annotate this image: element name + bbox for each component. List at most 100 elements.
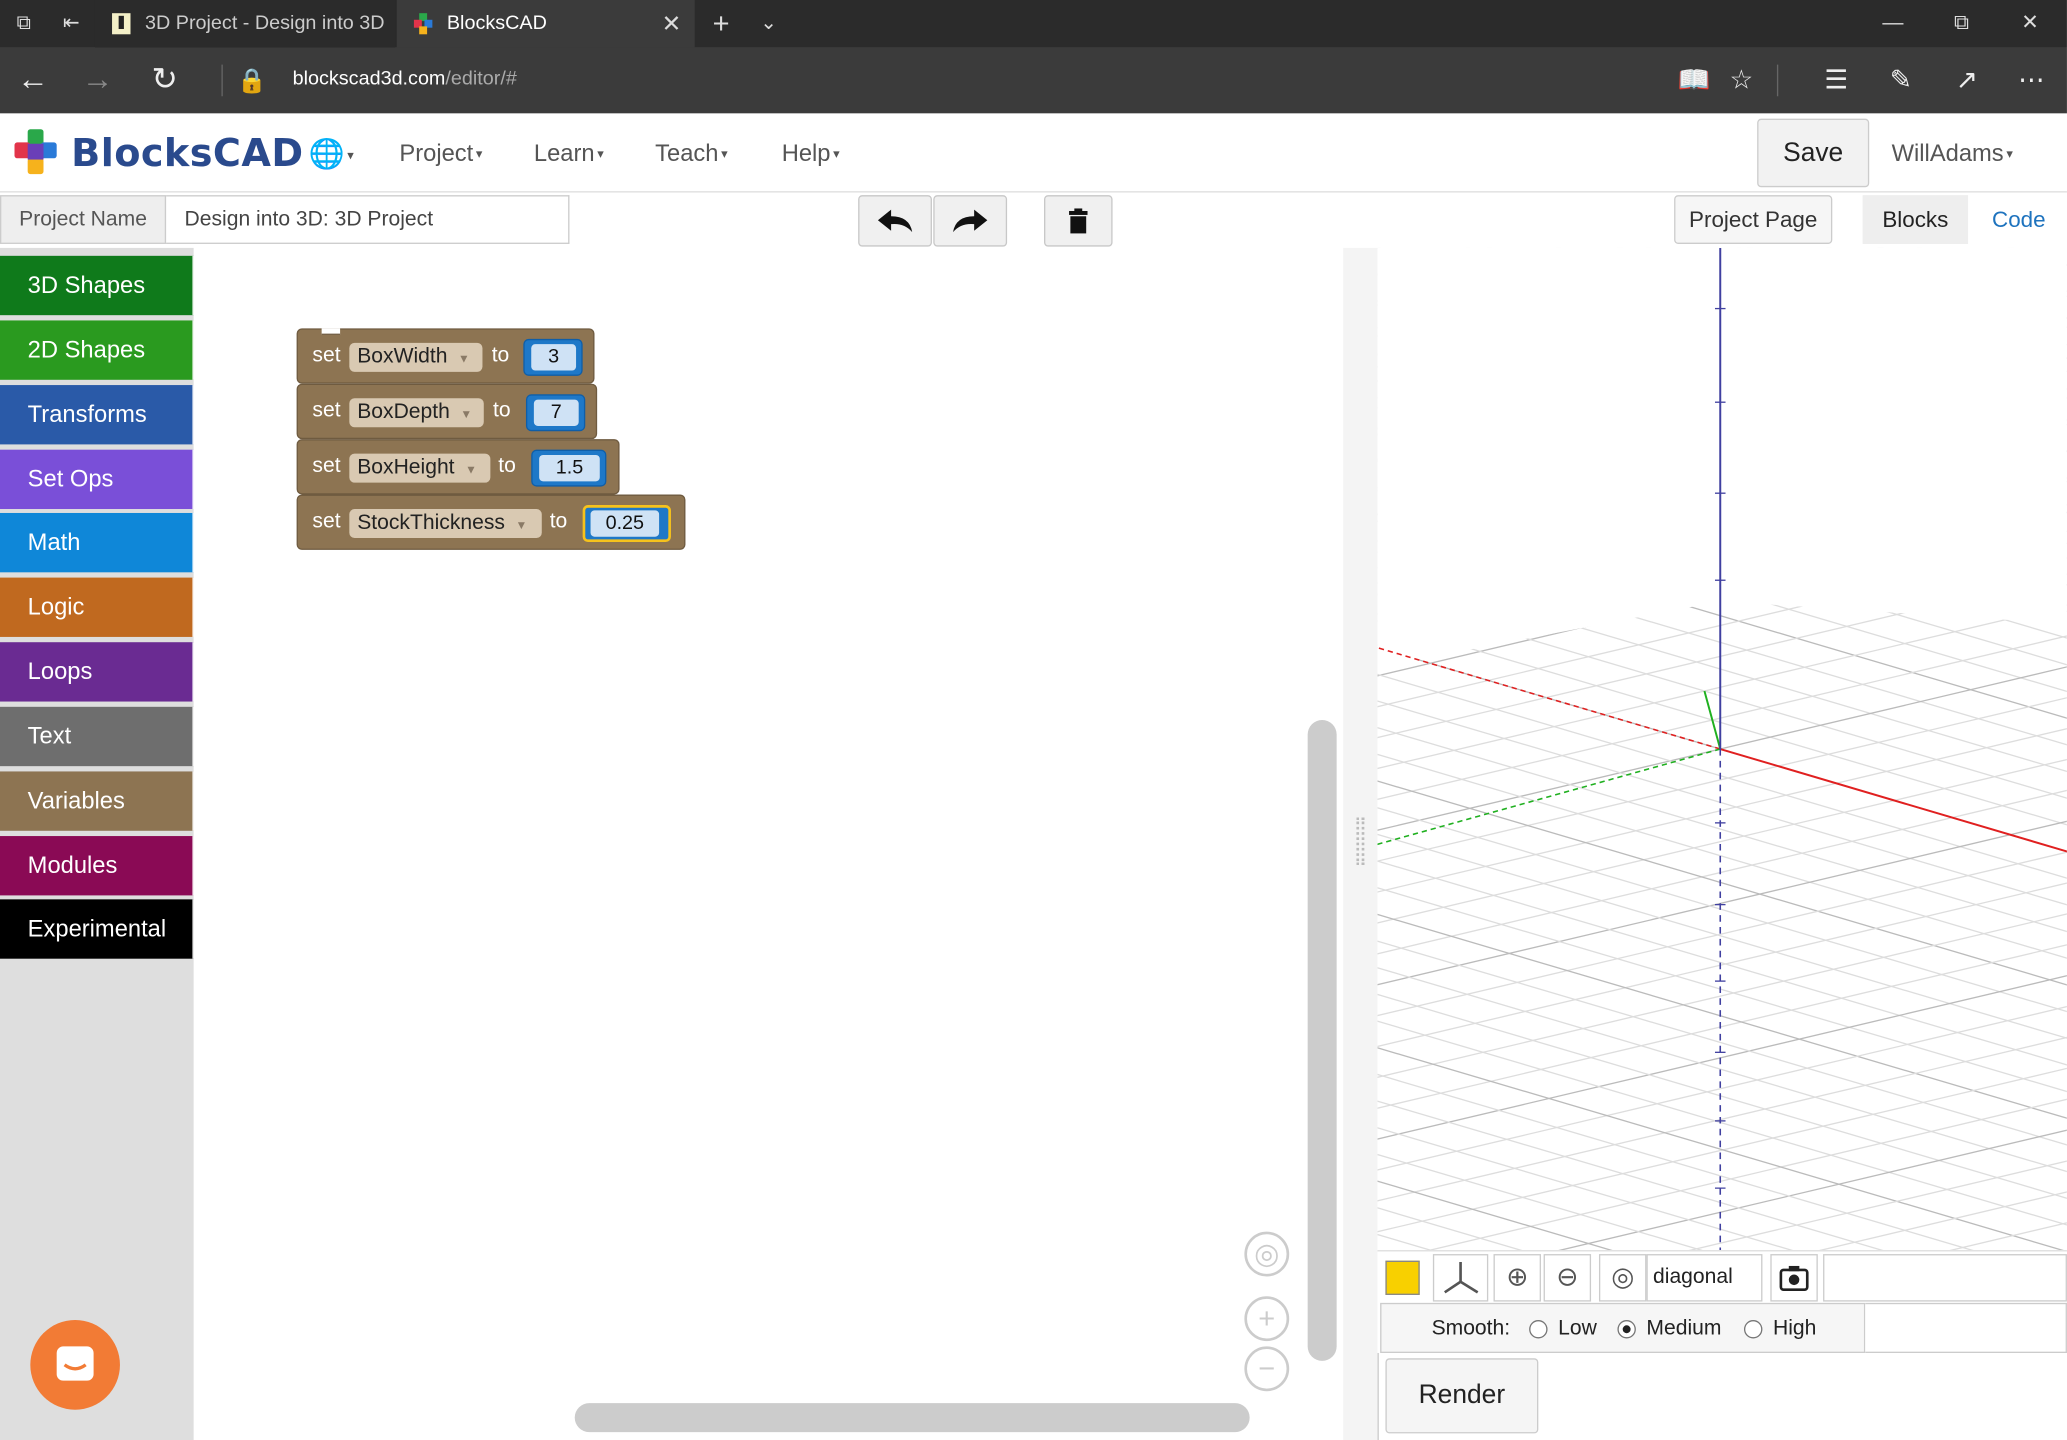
viewer-toolbar-spacer [1823,1254,2067,1302]
plus-circle-icon: ⊕ [1506,1263,1529,1293]
number-block[interactable]: 3 [523,338,583,376]
blockscad-favicon-icon [413,13,433,35]
menu-project[interactable]: Project ▾ [399,140,482,168]
number-block-selected[interactable]: 0.25 [582,505,671,542]
browser-tab-bar: ⧉ ⇤ 3D Project - Design into 3D BlocksCA… [0,0,2067,48]
number-value[interactable]: 3 [531,344,577,371]
3d-viewer[interactable] [1377,247,2067,1251]
restore-icon[interactable]: ⧉ [1931,0,1992,47]
smooth-high-label[interactable]: High [1773,1317,1816,1341]
zoom-in-icon[interactable]: + [1244,1296,1290,1342]
viewer-zoom-out-button[interactable]: ⊖ [1543,1254,1592,1302]
smooth-high-radio[interactable] [1743,1320,1763,1339]
menu-help[interactable]: Help ▾ [782,140,840,168]
delete-button[interactable] [1044,195,1113,247]
category-text[interactable]: Text [0,706,194,767]
redo-button[interactable] [933,195,1008,247]
category-modules[interactable]: Modules [0,836,194,896]
category-math[interactable]: Math [0,512,194,573]
smooth-medium-label[interactable]: Medium [1646,1317,1721,1341]
set-variable-block[interactable]: set StockThickness ▼ to 0.25 [296,494,686,550]
menu-learn[interactable]: Learn ▾ [534,140,604,168]
number-block[interactable]: 7 [525,394,586,432]
undo-button[interactable] [858,195,932,247]
tab-manager-icon[interactable]: ⧉ [11,11,37,37]
set-variable-block[interactable]: set BoxWidth ▼ to 3 [296,328,595,384]
dropdown-arrow-icon: ▼ [465,462,477,477]
project-page-button[interactable]: Project Page [1674,195,1833,244]
minimize-icon[interactable]: — [1863,0,1924,47]
block-keyword: to [498,454,516,478]
tab-blocks[interactable]: Blocks [1862,195,1969,244]
smooth-low-label[interactable]: Low [1558,1317,1597,1341]
browser-tab-design-into-3d[interactable]: 3D Project - Design into 3D [94,0,396,48]
favorites-hub-icon[interactable]: ☰ [1819,63,1853,97]
minus-circle-icon: ⊖ [1556,1263,1579,1293]
blockscad-logo-icon[interactable] [13,127,58,180]
pen-notes-icon[interactable]: ✎ [1884,63,1918,97]
share-icon[interactable]: ↗ [1950,63,1984,97]
blocks-workspace[interactable]: set BoxWidth ▼ to 3 set BoxDepth ▼ to 7 se… [193,247,1344,1440]
variable-dropdown[interactable]: BoxDepth ▼ [349,398,484,428]
camera-view-select[interactable]: diagonal [1646,1254,1763,1302]
category-variables[interactable]: Variables [0,771,194,831]
variable-dropdown[interactable]: BoxWidth ▼ [349,342,483,372]
number-block[interactable]: 1.5 [531,449,607,487]
number-value[interactable]: 1.5 [539,454,600,482]
viewer-zoom-in-button[interactable]: ⊕ [1493,1254,1541,1302]
workspace-vertical-scrollbar[interactable] [1307,720,1337,1361]
close-tab-icon[interactable]: ✕ [662,0,682,47]
tabs-aside-icon[interactable]: ⇤ [58,11,84,37]
smooth-medium-radio[interactable] [1617,1320,1636,1339]
lock-icon[interactable]: 🔒 [235,63,269,97]
menu-teach[interactable]: Teach ▾ [655,140,728,168]
set-variable-block[interactable]: set BoxDepth ▼ to 7 [296,383,598,440]
render-button[interactable]: Render [1385,1358,1539,1434]
category-transforms[interactable]: Transforms [0,385,194,445]
close-window-icon[interactable]: ✕ [2000,0,2061,47]
category-set-ops[interactable]: Set Ops [0,449,194,510]
more-menu-icon[interactable]: ⋯ [2014,63,2048,97]
toolbar-separator [1776,64,1779,97]
variable-dropdown[interactable]: StockThickness ▼ [349,509,542,539]
smooth-label: Smooth: [1431,1317,1511,1340]
object-color-swatch[interactable] [1385,1260,1420,1295]
chat-launcher-button[interactable] [30,1320,120,1410]
reading-view-icon[interactable]: 📖 [1677,63,1711,97]
category-experimental[interactable]: Experimental [0,899,194,959]
favorite-star-icon[interactable]: ☆ [1724,63,1758,97]
axes-toggle-button[interactable] [1432,1254,1489,1302]
workspace-horizontal-scrollbar[interactable] [574,1403,1250,1433]
tab-title: BlocksCAD [446,11,547,35]
refresh-icon[interactable]: ↻ [148,63,182,97]
zoom-out-icon[interactable]: − [1244,1346,1290,1392]
number-value[interactable]: 7 [533,399,579,426]
viewer-recenter-button[interactable]: ◎ [1598,1254,1647,1302]
logo-text[interactable]: BlocksCAD [71,131,303,176]
screenshot-button[interactable] [1770,1254,1818,1302]
user-menu[interactable]: WillAdams ▾ [1892,140,2013,168]
category-loops[interactable]: Loops [0,642,194,702]
back-arrow-icon[interactable]: ← [16,63,50,97]
number-value[interactable]: 0.25 [590,510,660,537]
forward-arrow-icon[interactable]: → [80,63,114,97]
set-variable-block[interactable]: set BoxHeight ▼ to 1.5 [296,439,620,495]
smooth-low-radio[interactable] [1529,1320,1548,1339]
tab-code[interactable]: Code [1971,195,2067,244]
project-name-input[interactable]: Design into 3D: 3D Project [166,195,570,244]
language-globe-icon[interactable]: 🌐 ▾ [308,137,353,171]
category-2d-shapes[interactable]: 2D Shapes [0,320,194,380]
category-3d-shapes[interactable]: 3D Shapes [0,255,194,316]
new-tab-icon[interactable]: + [708,9,734,38]
save-button[interactable]: Save [1757,118,1870,188]
variable-dropdown[interactable]: BoxHeight ▼ [349,453,491,483]
project-name-label: Project Name [0,195,167,244]
url-field[interactable]: blockscad3d.com/editor/# [293,67,517,89]
caret-down-icon: ▾ [721,147,728,162]
pane-resizer[interactable] [1343,247,1378,1440]
tab-list-chevron-icon[interactable]: ⌄ [755,11,781,37]
recenter-target-icon[interactable]: ◎ [1244,1231,1290,1277]
caret-down-icon: ▾ [833,147,840,162]
browser-tab-blockscad[interactable]: BlocksCAD ✕ [396,0,695,48]
category-logic[interactable]: Logic [0,577,194,637]
